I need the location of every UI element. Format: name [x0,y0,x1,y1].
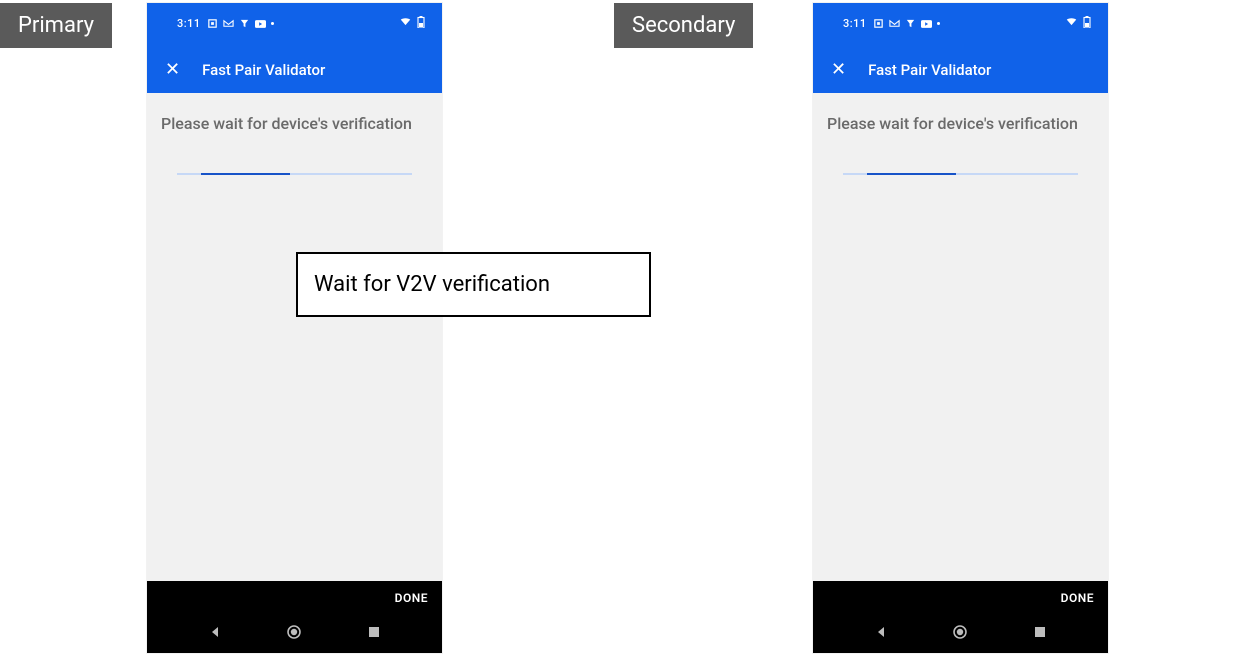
status-time: 3:11 [177,17,201,30]
phone-primary: 3:11 ✕ Fast Pair Validator Please wait f… [147,3,442,653]
nav-home-icon[interactable] [284,622,304,642]
app-bar: ✕ Fast Pair Validator [147,47,442,93]
status-left: 3:11 [177,17,274,30]
wifi-icon [400,16,411,27]
phone-secondary: 3:11 ✕ Fast Pair Validator Please wait f… [813,3,1108,653]
wifi-icon [1066,16,1077,27]
nav-recent-icon[interactable] [1030,622,1050,642]
nav-bar [147,615,442,653]
battery-icon [415,16,426,27]
hotspot-icon [207,18,218,29]
progress-indicator [867,173,956,175]
progress-bar [843,173,1078,175]
done-button[interactable]: DONE [1061,591,1094,605]
close-icon[interactable]: ✕ [827,57,850,83]
youtube-icon [255,18,266,29]
status-time: 3:11 [843,17,867,30]
close-icon[interactable]: ✕ [161,57,184,83]
nav-back-icon[interactable] [205,622,225,642]
more-dot-icon [937,22,940,25]
done-row: DONE [813,581,1108,615]
progress-indicator [201,173,290,175]
nav-home-icon[interactable] [950,622,970,642]
more-dot-icon [271,22,274,25]
content-area: Please wait for device's verification [147,93,442,581]
done-button[interactable]: DONE [395,591,428,605]
secondary-label: Secondary [614,3,753,48]
wait-message: Please wait for device's verification [161,113,428,135]
status-left: 3:11 [843,17,940,30]
battery-icon [1081,16,1092,27]
status-bar: 3:11 [813,3,1108,47]
filter-icon [905,18,916,29]
bottom-band: DONE [147,581,442,653]
status-right [1066,16,1092,27]
app-bar: ✕ Fast Pair Validator [813,47,1108,93]
bottom-band: DONE [813,581,1108,653]
status-icons [873,18,940,29]
nav-bar [813,615,1108,653]
nav-recent-icon[interactable] [364,622,384,642]
status-bar: 3:11 [147,3,442,47]
filter-icon [239,18,250,29]
status-right [400,16,426,27]
gmail-icon [889,18,900,29]
hotspot-icon [873,18,884,29]
done-row: DONE [147,581,442,615]
status-icons [207,18,274,29]
nav-back-icon[interactable] [871,622,891,642]
primary-label: Primary [0,3,112,48]
app-title: Fast Pair Validator [202,61,325,79]
callout-box: Wait for V2V verification [296,252,651,317]
youtube-icon [921,18,932,29]
wait-message: Please wait for device's verification [827,113,1094,135]
content-area: Please wait for device's verification [813,93,1108,581]
app-title: Fast Pair Validator [868,61,991,79]
progress-bar [177,173,412,175]
gmail-icon [223,18,234,29]
